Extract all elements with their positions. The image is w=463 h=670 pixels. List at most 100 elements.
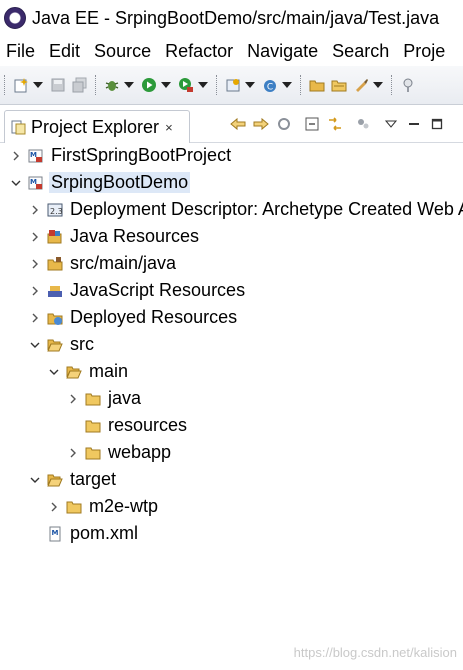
tree-item[interactable]: m2e-wtp: [0, 493, 463, 520]
forward-arrow-icon[interactable]: [253, 116, 269, 132]
folder-icon: [85, 418, 101, 434]
toolbar-separator: [391, 75, 393, 95]
view-menu-icon[interactable]: [383, 116, 399, 132]
chevron-down-icon[interactable]: [10, 177, 22, 189]
server-dropdown-arrow[interactable]: [245, 82, 255, 88]
new-dropdown-arrow[interactable]: [33, 82, 43, 88]
pin-icon[interactable]: [399, 76, 417, 94]
tree-item[interactable]: java: [0, 385, 463, 412]
tree-item[interactable]: src/main/java: [0, 250, 463, 277]
menu-source[interactable]: Source: [88, 41, 159, 62]
tree-item[interactable]: Mpom.xml: [0, 520, 463, 547]
open-resource-icon[interactable]: [330, 76, 348, 94]
save-all-icon[interactable]: [71, 76, 89, 94]
svg-text:M: M: [52, 529, 59, 537]
toolbar-separator: [95, 75, 97, 95]
tab-project-explorer[interactable]: Project Explorer ×: [4, 110, 190, 143]
toolbar-separator: [216, 75, 218, 95]
tree-item[interactable]: Deployed Resources: [0, 304, 463, 331]
tree-item[interactable]: main: [0, 358, 463, 385]
tree-item[interactable]: 2.3 Deployment Descriptor: Archetype Crea…: [0, 196, 463, 223]
chevron-down-icon[interactable]: [29, 474, 41, 486]
menu-navigate[interactable]: Navigate: [241, 41, 326, 62]
tree-item-label: target: [70, 469, 117, 489]
chevron-right-icon[interactable]: [29, 204, 41, 216]
chevron-right-icon[interactable]: [48, 501, 60, 513]
maximize-view-icon[interactable]: [429, 116, 445, 132]
chevron-right-icon[interactable]: [29, 258, 41, 270]
open-type-icon[interactable]: [308, 76, 326, 94]
save-icon[interactable]: [49, 76, 67, 94]
menu-search[interactable]: Search: [326, 41, 397, 62]
refresh-icon[interactable]: [276, 116, 292, 132]
tree-item-label: java: [108, 388, 142, 408]
project-explorer-view-header: Project Explorer ×: [0, 106, 463, 143]
folder-icon: [85, 391, 101, 407]
new-class-dropdown-arrow[interactable]: [282, 82, 292, 88]
debug-dropdown-arrow[interactable]: [124, 82, 134, 88]
chevron-right-icon[interactable]: [29, 285, 41, 297]
tree-item-label: main: [89, 361, 129, 381]
tree-item[interactable]: M SrpingBootDemo: [0, 169, 463, 196]
menu-file[interactable]: File: [0, 41, 43, 62]
menu-bar: File Edit Source Refactor Navigate Searc…: [0, 36, 463, 66]
minimize-view-icon[interactable]: [406, 116, 422, 132]
tree-item[interactable]: resources: [0, 412, 463, 439]
java-resources-icon: [47, 229, 63, 245]
folder-open-icon: [47, 337, 63, 353]
project-explorer-icon: [11, 119, 27, 135]
no-twisty: [67, 420, 79, 432]
debug-icon[interactable]: [103, 76, 121, 94]
brush-tool-icon[interactable]: [352, 76, 370, 94]
external-tools-icon[interactable]: [177, 76, 195, 94]
close-view-icon[interactable]: ×: [165, 120, 173, 135]
tree-item-label: m2e-wtp: [89, 496, 159, 516]
chevron-right-icon[interactable]: [67, 393, 79, 405]
chevron-right-icon[interactable]: [29, 312, 41, 324]
tree-item-label: pom.xml: [70, 523, 139, 543]
window-title: Java EE - SrpingBootDemo/src/main/java/T…: [32, 7, 440, 28]
menu-edit[interactable]: Edit: [43, 41, 88, 62]
external-tools-dropdown-arrow[interactable]: [198, 82, 208, 88]
run-dropdown-arrow[interactable]: [161, 82, 171, 88]
filters-icon[interactable]: [355, 116, 371, 132]
folder-icon: [66, 499, 82, 515]
new-java-class-icon[interactable]: C: [261, 76, 279, 94]
chevron-down-icon[interactable]: [29, 339, 41, 351]
run-icon[interactable]: [140, 76, 158, 94]
new-server-icon[interactable]: [224, 76, 242, 94]
link-with-editor-icon[interactable]: [327, 116, 343, 132]
new-wizard-icon[interactable]: [12, 76, 30, 94]
chevron-right-icon[interactable]: [10, 150, 22, 162]
folder-open-icon: [66, 364, 82, 380]
menu-project[interactable]: Proje: [397, 41, 453, 62]
menu-refactor[interactable]: Refactor: [159, 41, 241, 62]
tree-item-label: FirstSpringBootProject: [51, 145, 232, 165]
tree-item[interactable]: webapp: [0, 439, 463, 466]
deployed-resources-icon: [47, 310, 63, 326]
deployment-descriptor-icon: 2.3: [47, 202, 63, 218]
chevron-right-icon[interactable]: [29, 231, 41, 243]
maven-project-icon: M: [28, 175, 44, 191]
javascript-resources-icon: [47, 283, 63, 299]
project-tree: M FirstSpringBootProject M SrpingBootDemo 2.…: [0, 142, 463, 670]
folder-open-icon: [47, 472, 63, 488]
back-arrow-icon[interactable]: [230, 116, 246, 132]
chevron-down-icon[interactable]: [48, 366, 60, 378]
blog-watermark: https://blog.csdn.net/kalision: [293, 645, 457, 660]
tree-item[interactable]: Java Resources: [0, 223, 463, 250]
brush-dropdown-arrow[interactable]: [373, 82, 383, 88]
tree-item[interactable]: target: [0, 466, 463, 493]
svg-text:M: M: [30, 178, 37, 186]
folder-icon: [85, 445, 101, 461]
collapse-all-icon[interactable]: [304, 116, 320, 132]
svg-text:M: M: [30, 151, 37, 159]
tree-item[interactable]: M FirstSpringBootProject: [0, 142, 463, 169]
main-toolbar: C: [0, 66, 463, 105]
tree-item-label: Java Resources: [70, 226, 200, 246]
chevron-right-icon[interactable]: [67, 447, 79, 459]
toolbar-separator: [300, 75, 302, 95]
tree-item[interactable]: JavaScript Resources: [0, 277, 463, 304]
svg-text:2.3: 2.3: [50, 207, 63, 216]
tree-item[interactable]: src: [0, 331, 463, 358]
